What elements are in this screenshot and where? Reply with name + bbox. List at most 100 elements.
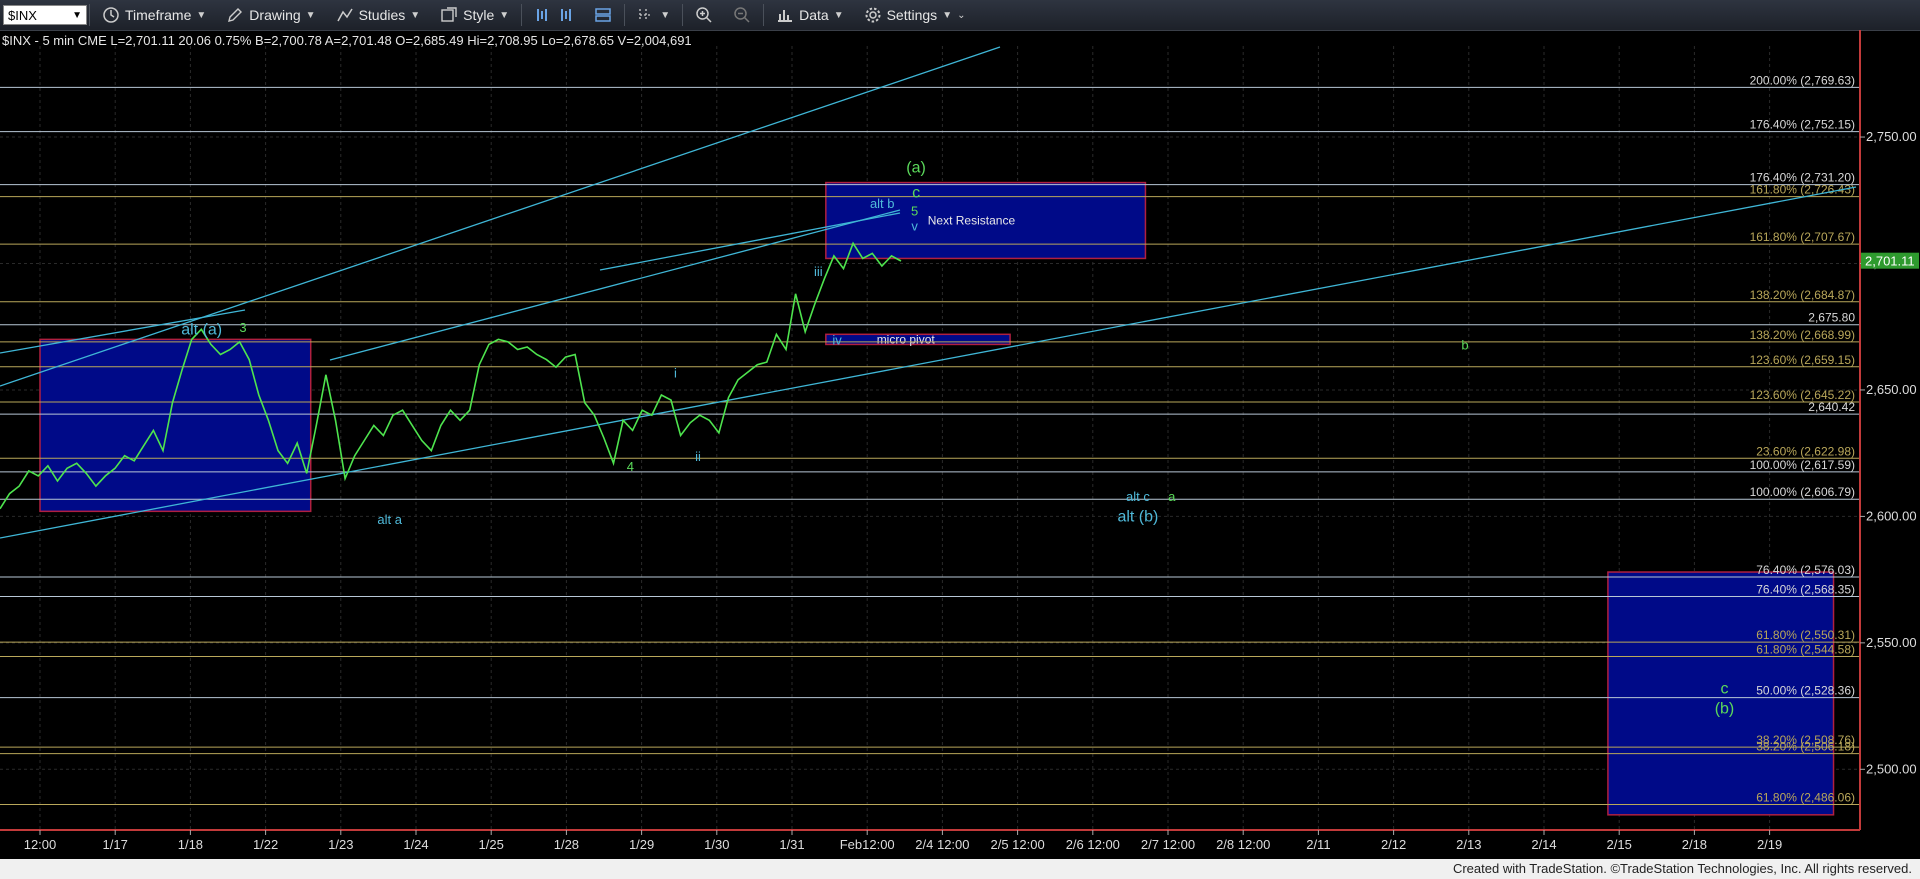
time-axis-label: 2/7 12:00 [1141,837,1195,852]
wave-label: alt b [870,196,895,211]
time-axis-label: Feb12:00 [840,837,895,852]
price-axis-label: 2,500.00 [1866,761,1917,776]
drawing-menu[interactable]: Drawing ▼ [216,0,325,30]
time-axis-label: 2/19 [1757,837,1782,852]
time-axis-label: 1/24 [403,837,428,852]
price-axis-label: 2,650.00 [1866,382,1917,397]
time-axis-label: 1/17 [103,837,128,852]
price-axis-label: 2,600.00 [1866,508,1917,523]
zoom-in-icon [696,7,712,23]
level-label: 23.60% (2,622.98) [1756,444,1855,458]
window-icon [595,8,611,22]
time-axis-label: 1/31 [779,837,804,852]
data-menu[interactable]: Data ▼ [766,0,853,30]
time-axis-label: 2/8 12:00 [1216,837,1270,852]
last-price-label: 2,701.11 [1865,254,1915,269]
level-label: 161.80% (2,707.67) [1750,230,1855,244]
symbol-text: $INX [8,7,37,23]
zone-box-label: Next Resistance [928,214,1016,228]
chevron-down-icon: ▼ [833,9,844,21]
wave-label: 3 [239,320,246,335]
style-menu[interactable]: Style ▼ [430,0,519,30]
cursor-menu[interactable]: ▼ [627,0,680,30]
level-label: 61.80% (2,486.06) [1756,791,1855,805]
time-axis-label: 12:00 [24,837,57,852]
wave-label: 4 [627,459,634,474]
time-axis-label: 2/15 [1607,837,1632,852]
level-label: 38.20% (2,506.18) [1756,740,1855,754]
time-axis-label: 2/18 [1682,837,1707,852]
chevron-down-icon: ▼ [72,9,82,21]
clock-icon [103,7,119,23]
chevron-down-icon: ▼ [410,9,421,21]
studies-label: Studies [358,7,406,23]
level-label: 100.00% (2,606.79) [1750,485,1855,499]
price-axis: 2,500.002,550.002,600.002,650.002,700.00… [1859,30,1919,830]
wave-label: v [911,219,918,234]
wave-label: (b) [1715,701,1735,718]
level-label: 76.40% (2,576.03) [1756,563,1855,577]
gear-icon [865,7,881,23]
settings-menu[interactable]: Settings ▼ ⌄ [854,0,976,30]
wave-label: c [912,185,920,202]
wave-label: (a) [906,159,926,176]
style-label: Style [463,7,495,23]
wave-label: ii [695,449,701,464]
chevron-down-icon: ▼ [660,9,671,21]
level-label: 61.80% (2,544.58) [1756,643,1855,657]
level-label: 2,640.42 [1808,400,1855,414]
settings-label: Settings [886,7,938,23]
quote-header: $INX - 5 min CME L=2,701.11 20.06 0.75% … [2,33,692,48]
zoom-out-button[interactable] [723,0,761,30]
wave-label: iii [814,264,823,279]
time-axis-label: 1/30 [704,837,729,852]
time-axis-label: 1/29 [629,837,654,852]
wave-label: b [1461,337,1468,352]
level-label: 2,675.80 [1808,311,1855,325]
chevron-down-icon: ⌄ [957,9,966,21]
time-axis-label: 2/4 12:00 [915,837,969,852]
toolbar: $INX ▼ Timeframe ▼ Drawing ▼ Studies ▼ S… [0,0,1920,31]
drawing-label: Drawing [249,7,301,23]
toolbar-divider [89,4,90,26]
cursor-icon [639,9,653,21]
bar-spacing-button[interactable] [524,0,584,30]
wave-label: alt (b) [1117,508,1158,525]
wave-label: i [674,365,677,380]
price-axis-label: 2,550.00 [1866,635,1917,650]
studies-icon [336,8,353,22]
wave-label: c [1720,680,1728,697]
time-axis: 12:00 1/17 1/18 1/22 1/23 1/24 1/25 1/28 1/29 1/3… [0,829,1860,852]
chevron-down-icon: ▼ [499,9,510,21]
toolbar-divider [521,4,523,26]
timeframe-label: Timeframe [125,7,192,23]
time-axis-label: 1/25 [479,837,504,852]
footer-credit: Created with TradeStation. ©TradeStation… [0,859,1920,879]
price-chart[interactable]: Next Resistance micro pivot 200.00% (2,76… [0,30,1920,859]
time-axis-label: 2/14 [1531,837,1556,852]
level-label: 138.20% (2,684.87) [1750,288,1855,302]
window-button[interactable] [584,0,622,30]
bar-spacing-icon [537,9,572,21]
level-label: 61.80% (2,550.31) [1756,628,1855,642]
level-label: 100.00% (2,617.59) [1750,458,1855,472]
level-label: 123.60% (2,659.15) [1750,353,1855,367]
chevron-down-icon: ▼ [942,9,953,21]
symbol-selector[interactable]: $INX ▼ [3,5,87,25]
time-axis-label: 2/6 12:00 [1066,837,1120,852]
wave-label: alt (a) [181,321,222,338]
studies-menu[interactable]: Studies ▼ [326,0,431,30]
toolbar-divider [624,4,626,26]
zone-boxes: Next Resistance micro pivot [39,181,1835,816]
zoom-out-icon [734,7,750,23]
data-icon [778,10,793,22]
chevron-down-icon: ▼ [305,9,316,21]
timeframe-menu[interactable]: Timeframe ▼ [92,0,216,30]
zoom-in-button[interactable] [685,0,723,30]
time-axis-label: 2/13 [1456,837,1481,852]
time-axis-label: 1/22 [253,837,278,852]
time-axis-label: 1/23 [328,837,353,852]
zone-box-label: micro pivot [877,332,936,346]
price-axis-label: 2,750.00 [1866,129,1917,144]
chevron-down-icon: ▼ [196,9,207,21]
